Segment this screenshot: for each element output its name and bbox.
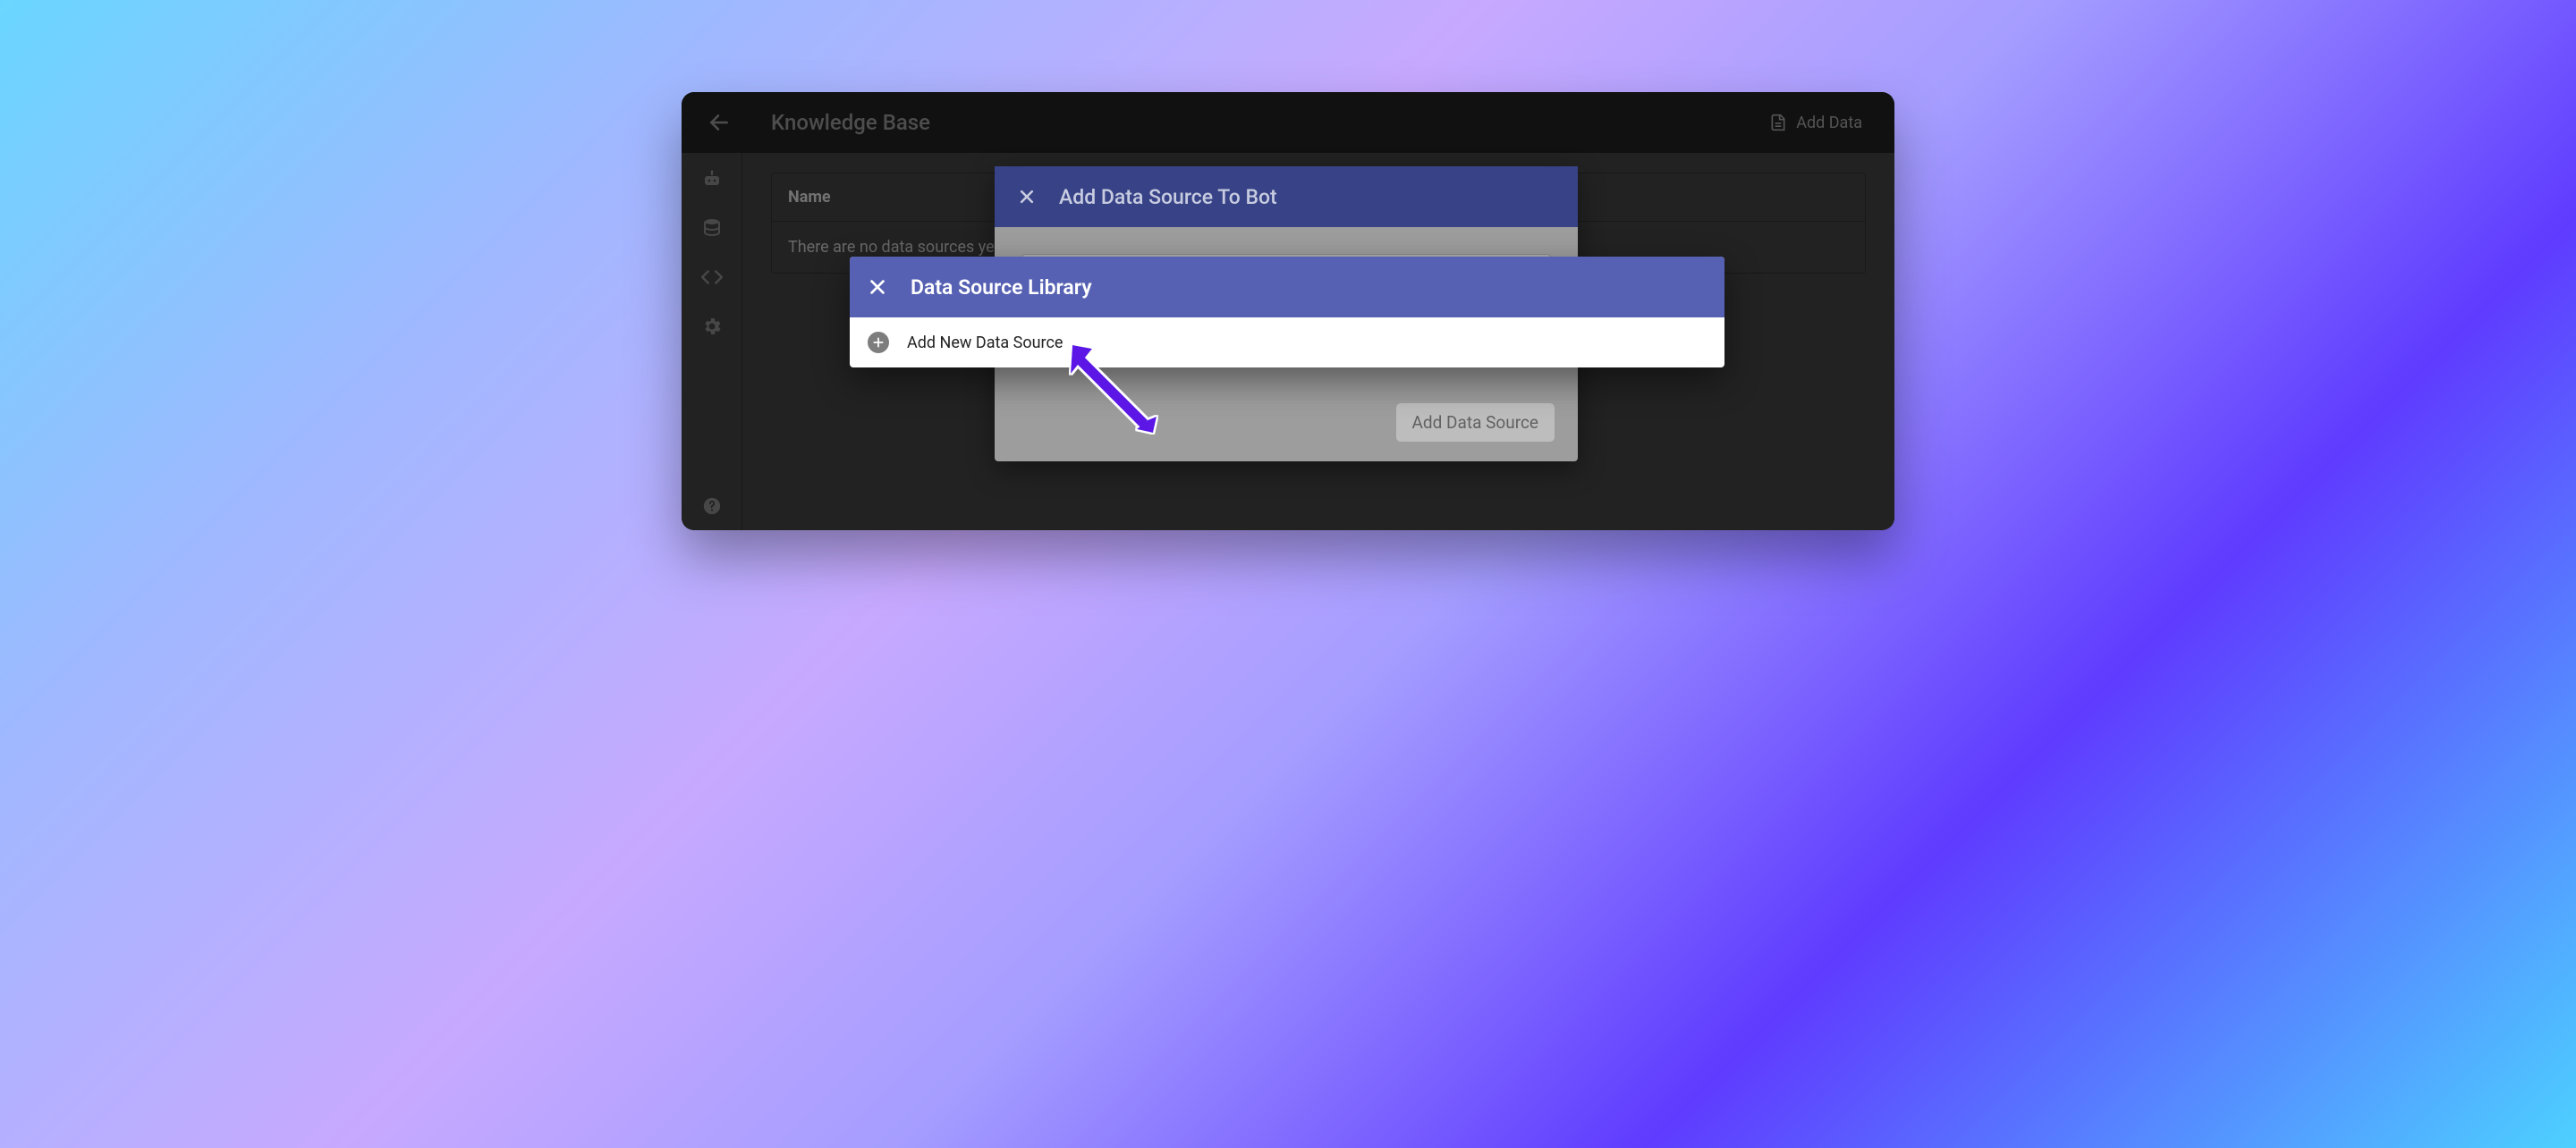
app-window: Knowledge Base Add Data	[682, 92, 1894, 530]
sidebar-item-code[interactable]	[700, 266, 724, 289]
sidebar-item-bot[interactable]	[701, 169, 723, 190]
modal-add-title: Add Data Source To Bot	[1059, 185, 1277, 209]
plus-icon	[872, 336, 885, 349]
modal-library: Data Source Library Add New Data Source	[850, 257, 1724, 367]
header: Knowledge Base Add Data	[682, 92, 1894, 153]
modal-add-close-button[interactable]	[1018, 188, 1036, 206]
gear-icon	[701, 316, 723, 337]
sidebar-item-settings[interactable]	[701, 316, 723, 337]
add-new-data-source-label: Add New Data Source	[907, 333, 1063, 352]
modal-library-header: Data Source Library	[850, 257, 1724, 317]
plus-circle-icon	[868, 332, 889, 353]
close-icon	[1018, 188, 1036, 206]
modal-library-close-button[interactable]	[868, 277, 887, 297]
back-button[interactable]	[703, 106, 735, 139]
modal-library-title: Data Source Library	[911, 275, 1092, 300]
arrow-left-icon	[708, 111, 731, 134]
page-title: Knowledge Base	[771, 110, 930, 135]
help-button[interactable]	[702, 496, 722, 516]
modal-add-header: Add Data Source To Bot	[995, 166, 1578, 227]
add-data-button[interactable]: Add Data	[1758, 108, 1873, 138]
sidebar-item-data[interactable]	[701, 217, 723, 239]
robot-icon	[701, 169, 723, 190]
close-icon	[868, 277, 887, 297]
help-icon	[702, 496, 722, 516]
sidebar-bottom	[702, 364, 722, 530]
add-data-label: Add Data	[1796, 114, 1862, 132]
database-icon	[701, 217, 723, 239]
add-new-data-source-row[interactable]: Add New Data Source	[850, 317, 1724, 367]
add-data-source-button[interactable]: Add Data Source	[1396, 403, 1555, 442]
code-icon	[700, 266, 724, 289]
add-data-source-label: Add Data Source	[1412, 412, 1538, 433]
sidebar	[682, 153, 742, 530]
document-icon	[1769, 114, 1787, 131]
